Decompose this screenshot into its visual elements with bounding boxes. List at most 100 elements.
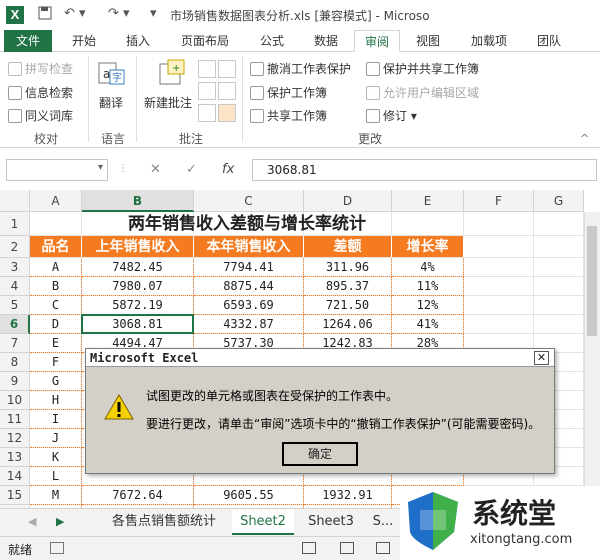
- table-header-cell[interactable]: 上年销售收入: [82, 236, 194, 258]
- spell-check-button[interactable]: 拼写检查: [8, 60, 73, 77]
- grid-cell[interactable]: [464, 315, 534, 334]
- table-header-cell[interactable]: 本年销售收入: [194, 236, 304, 258]
- table-cell[interactable]: 12%: [392, 296, 464, 315]
- sheet-tab[interactable]: 各售点销售额统计: [100, 509, 228, 535]
- grid-cell[interactable]: [464, 277, 534, 296]
- sheet-tab[interactable]: Sheet3: [300, 509, 362, 535]
- grid-cell[interactable]: [464, 236, 534, 258]
- column-header[interactable]: E: [392, 190, 464, 212]
- protect-share-button[interactable]: 保护并共享工作簿: [366, 60, 479, 77]
- row-header[interactable]: 15: [0, 486, 30, 505]
- table-cell[interactable]: G: [30, 372, 82, 391]
- protect-workbook-button[interactable]: 保护工作簿: [250, 84, 327, 101]
- allow-edit-ranges-button[interactable]: 允许用户编辑区域: [366, 84, 479, 101]
- table-cell[interactable]: 41%: [392, 315, 464, 334]
- row-header[interactable]: 13: [0, 448, 30, 467]
- unprotect-sheet-button[interactable]: 撤消工作表保护: [250, 60, 351, 77]
- table-cell[interactable]: J: [30, 429, 82, 448]
- column-header[interactable]: B: [82, 190, 194, 212]
- row-header[interactable]: 11: [0, 410, 30, 429]
- save-icon[interactable]: [38, 6, 52, 24]
- row-header[interactable]: 8: [0, 353, 30, 372]
- column-header[interactable]: F: [464, 190, 534, 212]
- row-header[interactable]: 14: [0, 467, 30, 486]
- tab-review[interactable]: 审阅: [354, 30, 400, 52]
- column-header[interactable]: A: [30, 190, 82, 212]
- scroll-tabs-right-icon[interactable]: ▶: [56, 515, 64, 528]
- row-header[interactable]: 1: [0, 212, 30, 236]
- table-cell[interactable]: F: [30, 353, 82, 372]
- translate-button[interactable]: 翻译: [99, 94, 123, 111]
- row-header[interactable]: 6: [0, 315, 30, 334]
- new-comment-button[interactable]: 新建批注: [144, 94, 192, 111]
- table-cell[interactable]: I: [30, 410, 82, 429]
- select-all-corner[interactable]: [0, 190, 30, 212]
- grid-cell[interactable]: [534, 258, 584, 277]
- table-cell[interactable]: H: [30, 391, 82, 410]
- normal-view-icon[interactable]: [302, 542, 316, 554]
- tab-page-layout[interactable]: 页面布局: [170, 30, 240, 52]
- table-header-cell[interactable]: 品名: [30, 236, 82, 258]
- collapse-ribbon-icon[interactable]: ^: [580, 132, 589, 145]
- table-header-cell[interactable]: 增长率: [392, 236, 464, 258]
- show-comment-icon[interactable]: [218, 82, 236, 100]
- table-cell[interactable]: A: [30, 258, 82, 277]
- tab-insert[interactable]: 插入: [116, 30, 160, 52]
- table-cell[interactable]: 311.96: [304, 258, 392, 277]
- table-cell[interactable]: 5872.19: [82, 296, 194, 315]
- delete-comment-icon[interactable]: [198, 60, 216, 78]
- table-cell[interactable]: 1264.06: [304, 315, 392, 334]
- row-header[interactable]: 4: [0, 277, 30, 296]
- table-cell[interactable]: 7482.45: [82, 258, 194, 277]
- tab-formulas[interactable]: 公式: [250, 30, 294, 52]
- row-header[interactable]: 5: [0, 296, 30, 315]
- table-cell[interactable]: D: [30, 315, 82, 334]
- customize-qat-icon[interactable]: ▾: [150, 6, 157, 21]
- grid-cell[interactable]: [464, 296, 534, 315]
- page-layout-view-icon[interactable]: [340, 542, 354, 554]
- row-header[interactable]: 7: [0, 334, 30, 353]
- grid-cell[interactable]: [534, 296, 584, 315]
- column-header[interactable]: G: [534, 190, 584, 212]
- table-cell[interactable]: 7794.41: [194, 258, 304, 277]
- table-cell[interactable]: M: [30, 486, 82, 505]
- active-cell-selection[interactable]: [81, 314, 194, 334]
- redo-icon[interactable]: ↷ ▾: [108, 6, 130, 21]
- table-cell[interactable]: 1932.91: [304, 486, 392, 505]
- column-header[interactable]: D: [304, 190, 392, 212]
- row-header[interactable]: 10: [0, 391, 30, 410]
- tab-addins[interactable]: 加载项: [460, 30, 518, 52]
- scroll-tabs-left-icon[interactable]: ◀: [28, 515, 36, 528]
- ok-button[interactable]: 确定: [282, 442, 358, 466]
- dialog-close-button[interactable]: ✕: [534, 351, 549, 365]
- tab-view[interactable]: 视图: [406, 30, 450, 52]
- table-cell[interactable]: C: [30, 296, 82, 315]
- sheet-tab[interactable]: S...: [366, 509, 400, 535]
- table-cell[interactable]: 6593.69: [194, 296, 304, 315]
- tab-data[interactable]: 数据: [304, 30, 348, 52]
- grid-cell[interactable]: [534, 277, 584, 296]
- tab-file[interactable]: 文件: [4, 30, 52, 52]
- row-header[interactable]: 9: [0, 372, 30, 391]
- table-cell[interactable]: L: [30, 467, 82, 486]
- cancel-icon[interactable]: ✕: [150, 162, 161, 177]
- page-break-view-icon[interactable]: [376, 542, 390, 554]
- table-cell[interactable]: K: [30, 448, 82, 467]
- table-cell[interactable]: 7980.07: [82, 277, 194, 296]
- show-all-comments-icon[interactable]: [198, 104, 216, 122]
- macro-record-icon[interactable]: [50, 542, 64, 554]
- formula-input[interactable]: 3068.81: [252, 159, 597, 181]
- next-comment-icon[interactable]: [198, 82, 216, 100]
- scrollbar-thumb[interactable]: [587, 226, 597, 336]
- grid-cell[interactable]: [464, 258, 534, 277]
- table-cell[interactable]: E: [30, 334, 82, 353]
- insert-function-icon[interactable]: fx: [222, 162, 234, 177]
- undo-icon[interactable]: ↶ ▾: [64, 6, 86, 21]
- table-cell[interactable]: 9605.55: [194, 486, 304, 505]
- previous-comment-icon[interactable]: [218, 60, 236, 78]
- share-workbook-button[interactable]: 共享工作簿: [250, 107, 327, 124]
- table-cell[interactable]: 4%: [392, 258, 464, 277]
- row-header[interactable]: 3: [0, 258, 30, 277]
- table-cell[interactable]: 895.37: [304, 277, 392, 296]
- show-ink-icon[interactable]: [218, 104, 236, 122]
